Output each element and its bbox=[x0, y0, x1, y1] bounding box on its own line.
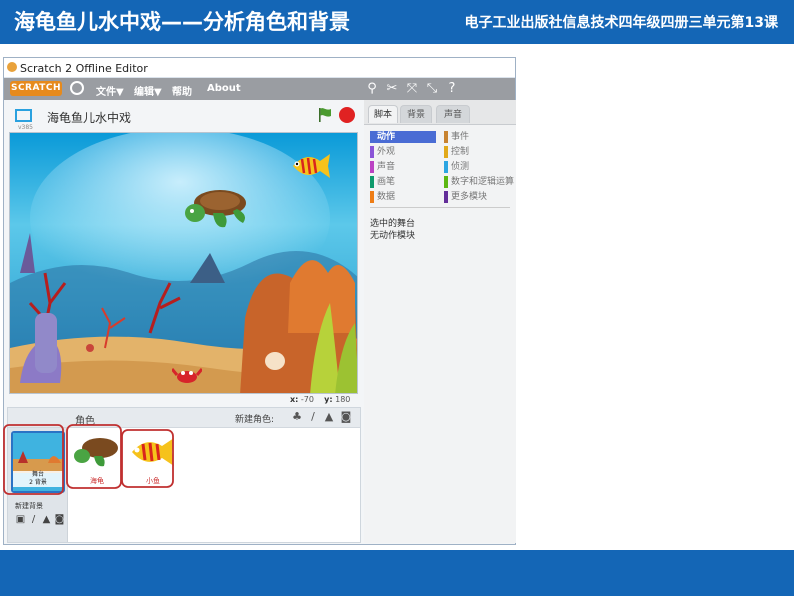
palette-divider bbox=[370, 207, 510, 208]
stage-thumbnail-label: 舞台 2 背景 bbox=[13, 471, 63, 487]
stage-thumbnail[interactable]: 舞台 2 背景 bbox=[11, 431, 65, 493]
block-palette: 动作 事件 外观 控制 声音 侦测 画笔 数字和逻辑运算 数据 更多模块 选中的… bbox=[364, 124, 516, 543]
x-label: x: bbox=[290, 395, 299, 404]
category-sensing[interactable]: 侦测 bbox=[444, 161, 510, 173]
mouse-coordinates: x: -70 y: 180 bbox=[290, 395, 350, 404]
grow-icon[interactable]: ⤧ bbox=[404, 81, 420, 97]
scratch-cat-icon bbox=[7, 62, 17, 72]
top-banner: 海龟鱼儿水中戏——分析角色和背景 电子工业出版社信息技术四年级四册三单元第13课 bbox=[0, 0, 794, 44]
fish-sprite-on-stage[interactable] bbox=[288, 151, 332, 181]
language-globe-icon[interactable] bbox=[70, 81, 84, 95]
category-color-bar bbox=[444, 176, 448, 188]
camera-sprite-icon[interactable]: ◙ bbox=[340, 411, 352, 423]
sprite-name: 小鱼 bbox=[146, 477, 160, 485]
stage-column: 舞台 2 背景 新建背景 ▣ / ▲ ◙ bbox=[8, 428, 68, 542]
category-color-bar bbox=[444, 161, 448, 173]
crab-decoration bbox=[172, 368, 202, 383]
category-motion[interactable]: 动作 bbox=[370, 131, 436, 143]
duplicate-icon[interactable]: ⚲ bbox=[364, 81, 380, 97]
category-color-bar bbox=[444, 191, 448, 203]
lesson-title: 海龟鱼儿水中戏——分析角色和背景 bbox=[14, 10, 350, 34]
backdrop-count: 2 背景 bbox=[29, 479, 47, 486]
menu-edit[interactable]: 编辑▼ bbox=[134, 83, 162, 98]
category-control[interactable]: 控制 bbox=[444, 146, 510, 158]
category-color-bar bbox=[444, 146, 448, 158]
fish-thumbnail-image bbox=[132, 438, 174, 466]
new-backdrop-label: 新建背景 bbox=[15, 502, 43, 510]
category-color-bar bbox=[370, 176, 374, 188]
window-titlebar: Scratch 2 Offline Editor bbox=[4, 58, 515, 78]
fullscreen-icon[interactable] bbox=[15, 109, 32, 122]
y-label: y: bbox=[324, 395, 333, 404]
palette-message-line2: 无动作模块 bbox=[370, 231, 416, 241]
category-label: 外观 bbox=[377, 147, 396, 157]
stage-header: v385 海龟鱼儿水中戏 bbox=[4, 100, 361, 132]
upload-backdrop-icon[interactable]: ▲ bbox=[41, 514, 52, 525]
stage-label: 舞台 bbox=[31, 471, 44, 478]
project-title[interactable]: 海龟鱼儿水中戏 bbox=[47, 109, 131, 126]
paint-backdrop-icon[interactable]: / bbox=[28, 514, 39, 525]
new-sprite-label: 新建角色: bbox=[235, 415, 275, 425]
green-flag-icon[interactable] bbox=[316, 106, 334, 124]
category-label: 动作 bbox=[377, 132, 396, 142]
sprite-pane: 角色 新建角色: ♣ / ▲ ◙ 舞台 2 背景 新建背景 ▣ / ▲ ◙ 海龟… bbox=[7, 407, 361, 543]
category-color-bar bbox=[444, 131, 448, 143]
category-color-bar bbox=[370, 131, 374, 143]
turtle-thumbnail-image bbox=[74, 438, 118, 467]
sprites-label: 角色 bbox=[75, 416, 95, 427]
sprite-thumb-fish[interactable]: 小鱼 bbox=[128, 432, 178, 486]
paint-sprite-icon[interactable]: / bbox=[307, 411, 319, 423]
version-label: v385 bbox=[18, 124, 34, 131]
category-label: 侦测 bbox=[451, 162, 470, 172]
category-color-bar bbox=[370, 191, 374, 203]
category-pen[interactable]: 画笔 bbox=[370, 176, 436, 188]
y-value: 180 bbox=[335, 395, 351, 404]
category-more-blocks[interactable]: 更多模块 bbox=[444, 191, 510, 203]
category-label: 事件 bbox=[451, 132, 470, 142]
scratch-logo: SCRATCH bbox=[10, 81, 62, 96]
category-color-bar bbox=[370, 161, 374, 173]
category-data[interactable]: 数据 bbox=[370, 191, 436, 203]
category-looks[interactable]: 外观 bbox=[370, 146, 436, 158]
menu-bar: SCRATCH 文件▼ 编辑▼ 帮助 About ⚲ ✂ ⤧ ⤡ ? bbox=[4, 78, 515, 100]
window-title: Scratch 2 Offline Editor bbox=[20, 62, 148, 75]
course-info: 电子工业出版社信息技术四年级四册三单元第13课 bbox=[464, 15, 778, 31]
stage-canvas[interactable] bbox=[9, 132, 358, 394]
category-label: 画笔 bbox=[377, 177, 396, 187]
sprite-thumb-turtle[interactable]: 海龟 bbox=[72, 432, 122, 486]
shrink-icon[interactable]: ⤡ bbox=[424, 81, 440, 97]
upload-sprite-icon[interactable]: ▲ bbox=[323, 411, 335, 423]
category-label: 数字和逻辑运算 bbox=[451, 177, 515, 187]
category-color-bar bbox=[370, 146, 374, 158]
sprite-name: 海龟 bbox=[90, 477, 104, 485]
scratch-editor-window: Scratch 2 Offline Editor SCRATCH 文件▼ 编辑▼… bbox=[3, 57, 516, 545]
sprite-pane-header: 角色 新建角色: ♣ / ▲ ◙ bbox=[8, 408, 360, 428]
category-sound[interactable]: 声音 bbox=[370, 161, 436, 173]
tab-backdrops[interactable]: 背景 bbox=[400, 105, 432, 123]
tab-scripts[interactable]: 脚本 bbox=[368, 105, 398, 123]
category-operators[interactable]: 数字和逻辑运算 bbox=[444, 176, 514, 188]
category-label: 控制 bbox=[451, 147, 470, 157]
category-label: 声音 bbox=[377, 162, 396, 172]
cut-icon[interactable]: ✂ bbox=[384, 81, 400, 97]
bottom-banner bbox=[0, 550, 794, 596]
menu-help[interactable]: 帮助 bbox=[172, 83, 192, 98]
turtle-sprite-on-stage[interactable] bbox=[185, 185, 255, 231]
camera-backdrop-icon[interactable]: ◙ bbox=[54, 514, 65, 525]
category-label: 更多模块 bbox=[451, 192, 488, 202]
stop-button[interactable] bbox=[339, 107, 355, 123]
sprite-library-icon[interactable]: ♣ bbox=[291, 411, 303, 423]
menu-file[interactable]: 文件▼ bbox=[96, 83, 124, 98]
block-help-icon[interactable]: ? bbox=[444, 81, 460, 97]
scripts-area: 脚本 背景 声音 动作 事件 外观 控制 声音 侦测 画笔 数字和逻辑运算 数据… bbox=[364, 100, 516, 543]
category-events[interactable]: 事件 bbox=[444, 131, 510, 143]
backdrop-library-icon[interactable]: ▣ bbox=[15, 514, 26, 525]
tab-sounds[interactable]: 声音 bbox=[436, 105, 470, 123]
menu-about[interactable]: About bbox=[207, 83, 241, 94]
x-value: -70 bbox=[300, 395, 314, 404]
category-label: 数据 bbox=[377, 192, 396, 202]
